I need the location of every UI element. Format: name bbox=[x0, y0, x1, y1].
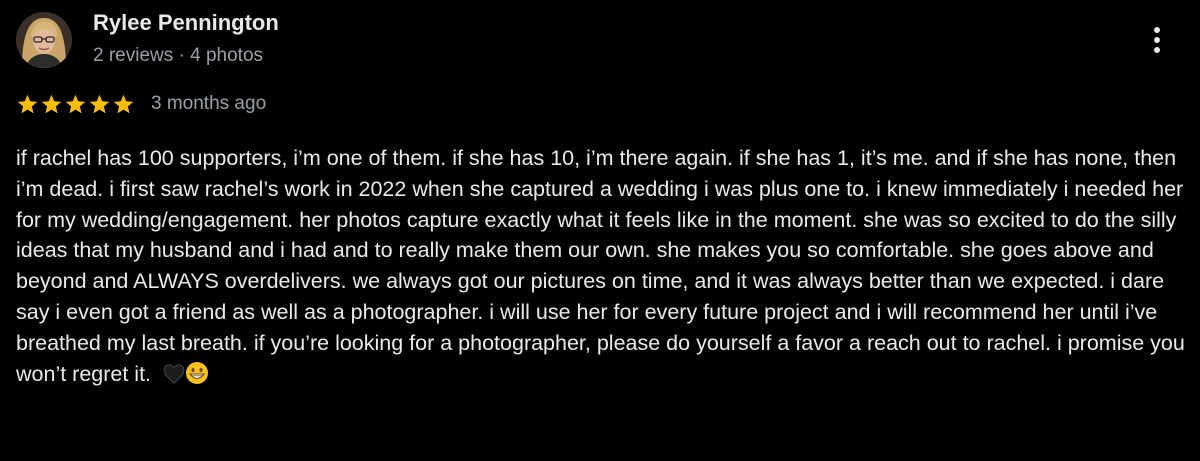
star-icon bbox=[41, 94, 62, 113]
star-rating bbox=[16, 93, 135, 116]
more-vertical-icon bbox=[1154, 37, 1160, 43]
review-text: if rachel has 100 supporters, i’m one of… bbox=[16, 143, 1186, 393]
star-icon bbox=[65, 94, 86, 113]
black-heart-emoji bbox=[163, 362, 185, 393]
star-icon bbox=[113, 94, 134, 113]
more-vertical-icon bbox=[1154, 47, 1160, 53]
star-icon bbox=[89, 94, 110, 113]
avatar[interactable] bbox=[16, 12, 72, 68]
more-vertical-icon bbox=[1154, 27, 1160, 33]
star-icon bbox=[17, 94, 38, 113]
review-body: if rachel has 100 supporters, i’m one of… bbox=[16, 146, 1185, 386]
rating-row: 3 months ago bbox=[16, 90, 266, 118]
more-options-button[interactable] bbox=[1140, 20, 1174, 60]
reviewer-name[interactable]: Rylee Pennington bbox=[93, 10, 279, 36]
grinning-face-emoji bbox=[185, 361, 209, 394]
review-date: 3 months ago bbox=[151, 93, 267, 114]
reviewer-meta[interactable]: 2 reviews · 4 photos bbox=[93, 45, 263, 67]
